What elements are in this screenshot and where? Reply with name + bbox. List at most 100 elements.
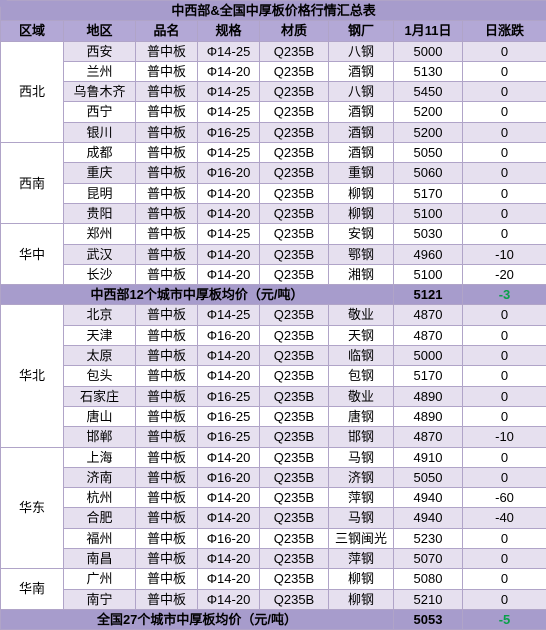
price-cell: 4870	[394, 427, 463, 447]
material-cell: Q235B	[260, 528, 329, 548]
price-cell: 4910	[394, 447, 463, 467]
table-row[interactable]: 华东上海普中板Φ14-20Q235B马钢49100	[1, 447, 546, 467]
spec-cell: Φ14-20	[198, 203, 260, 223]
change-cell: 0	[463, 366, 546, 386]
product-cell: 普中板	[136, 143, 198, 163]
column-header-city[interactable]: 地区	[64, 21, 136, 41]
material-cell: Q235B	[260, 325, 329, 345]
change-cell: 0	[463, 61, 546, 81]
table-row[interactable]: 福州普中板Φ16-20Q235B三钢闽光52300	[1, 528, 546, 548]
mill-cell: 包钢	[329, 366, 394, 386]
city-cell: 西宁	[64, 102, 136, 122]
price-cell: 5210	[394, 589, 463, 609]
column-header-price[interactable]: 1月11日	[394, 21, 463, 41]
table-row[interactable]: 乌鲁木齐普中板Φ14-25Q235B八钢54500	[1, 82, 546, 102]
column-header-change[interactable]: 日涨跌	[463, 21, 546, 41]
material-cell: Q235B	[260, 569, 329, 589]
material-cell: Q235B	[260, 41, 329, 61]
city-cell: 石家庄	[64, 386, 136, 406]
price-cell: 4960	[394, 244, 463, 264]
change-cell: -60	[463, 488, 546, 508]
table-row[interactable]: 唐山普中板Φ16-25Q235B唐钢48900	[1, 406, 546, 426]
mill-cell: 柳钢	[329, 569, 394, 589]
spec-cell: Φ14-25	[198, 102, 260, 122]
price-cell: 5450	[394, 82, 463, 102]
product-cell: 普中板	[136, 122, 198, 142]
price-cell: 5170	[394, 183, 463, 203]
table-row[interactable]: 长沙普中板Φ14-20Q235B湘钢5100-20	[1, 264, 546, 284]
city-cell: 兰州	[64, 61, 136, 81]
column-header-mill[interactable]: 钢厂	[329, 21, 394, 41]
spec-cell: Φ14-20	[198, 508, 260, 528]
table-row[interactable]: 西北西安普中板Φ14-25Q235B八钢50000	[1, 41, 546, 61]
mill-cell: 酒钢	[329, 61, 394, 81]
material-cell: Q235B	[260, 366, 329, 386]
material-cell: Q235B	[260, 163, 329, 183]
table-row[interactable]: 西南成都普中板Φ14-25Q235B酒钢50500	[1, 143, 546, 163]
table-row[interactable]: 西宁普中板Φ14-25Q235B酒钢52000	[1, 102, 546, 122]
mill-cell: 天钢	[329, 325, 394, 345]
average-price: 5121	[394, 285, 463, 305]
spec-cell: Φ14-20	[198, 569, 260, 589]
table-row[interactable]: 华南广州普中板Φ14-20Q235B柳钢50800	[1, 569, 546, 589]
spec-cell: Φ14-20	[198, 447, 260, 467]
column-header-spec[interactable]: 规格	[198, 21, 260, 41]
price-cell: 4940	[394, 488, 463, 508]
table-row[interactable]: 包头普中板Φ14-20Q235B包钢51700	[1, 366, 546, 386]
city-cell: 重庆	[64, 163, 136, 183]
spec-cell: Φ16-20	[198, 528, 260, 548]
product-cell: 普中板	[136, 386, 198, 406]
material-cell: Q235B	[260, 183, 329, 203]
material-cell: Q235B	[260, 61, 329, 81]
region-cell: 华北	[1, 305, 64, 447]
city-cell: 西安	[64, 41, 136, 61]
product-cell: 普中板	[136, 528, 198, 548]
column-header-material[interactable]: 材质	[260, 21, 329, 41]
spec-cell: Φ14-25	[198, 305, 260, 325]
material-cell: Q235B	[260, 508, 329, 528]
table-header-row: 区域 地区 品名 规格 材质 钢厂 1月11日 日涨跌	[1, 21, 546, 41]
table-row[interactable]: 济南普中板Φ16-20Q235B济钢50500	[1, 467, 546, 487]
spec-cell: Φ14-20	[198, 488, 260, 508]
city-cell: 乌鲁木齐	[64, 82, 136, 102]
table-row[interactable]: 武汉普中板Φ14-20Q235B鄂钢4960-10	[1, 244, 546, 264]
product-cell: 普中板	[136, 447, 198, 467]
table-row[interactable]: 兰州普中板Φ14-20Q235B酒钢51300	[1, 61, 546, 81]
mill-cell: 临钢	[329, 346, 394, 366]
mill-cell: 安钢	[329, 224, 394, 244]
table-row[interactable]: 华北北京普中板Φ14-25Q235B敬业48700	[1, 305, 546, 325]
page-title: 中西部&全国中厚板价格行情汇总表	[1, 1, 546, 21]
product-cell: 普中板	[136, 61, 198, 81]
table-row[interactable]: 石家庄普中板Φ16-25Q235B敬业48900	[1, 386, 546, 406]
table-row[interactable]: 太原普中板Φ14-20Q235B临钢50000	[1, 346, 546, 366]
table-row[interactable]: 南宁普中板Φ14-20Q235B柳钢52100	[1, 589, 546, 609]
table-row[interactable]: 重庆普中板Φ16-20Q235B重钢50600	[1, 163, 546, 183]
table-row[interactable]: 合肥普中板Φ14-20Q235B马钢4940-40	[1, 508, 546, 528]
column-header-product[interactable]: 品名	[136, 21, 198, 41]
material-cell: Q235B	[260, 82, 329, 102]
material-cell: Q235B	[260, 102, 329, 122]
city-cell: 南宁	[64, 589, 136, 609]
change-cell: 0	[463, 224, 546, 244]
mill-cell: 敬业	[329, 305, 394, 325]
table-row[interactable]: 南昌普中板Φ14-20Q235B萍钢50700	[1, 549, 546, 569]
table-row[interactable]: 华中郑州普中板Φ14-25Q235B安钢50300	[1, 224, 546, 244]
change-cell: 0	[463, 143, 546, 163]
spec-cell: Φ16-25	[198, 406, 260, 426]
change-cell: 0	[463, 122, 546, 142]
material-cell: Q235B	[260, 427, 329, 447]
price-cell: 4890	[394, 386, 463, 406]
table-row[interactable]: 贵阳普中板Φ14-20Q235B柳钢51000	[1, 203, 546, 223]
table-row[interactable]: 杭州普中板Φ14-20Q235B萍钢4940-60	[1, 488, 546, 508]
table-row[interactable]: 昆明普中板Φ14-20Q235B柳钢51700	[1, 183, 546, 203]
material-cell: Q235B	[260, 224, 329, 244]
change-cell: -10	[463, 244, 546, 264]
material-cell: Q235B	[260, 264, 329, 284]
table-row[interactable]: 邯郸普中板Φ16-25Q235B邯钢4870-10	[1, 427, 546, 447]
product-cell: 普中板	[136, 305, 198, 325]
product-cell: 普中板	[136, 589, 198, 609]
city-cell: 郑州	[64, 224, 136, 244]
column-header-region[interactable]: 区域	[1, 21, 64, 41]
table-row[interactable]: 天津普中板Φ16-20Q235B天钢48700	[1, 325, 546, 345]
table-row[interactable]: 银川普中板Φ16-25Q235B酒钢52000	[1, 122, 546, 142]
